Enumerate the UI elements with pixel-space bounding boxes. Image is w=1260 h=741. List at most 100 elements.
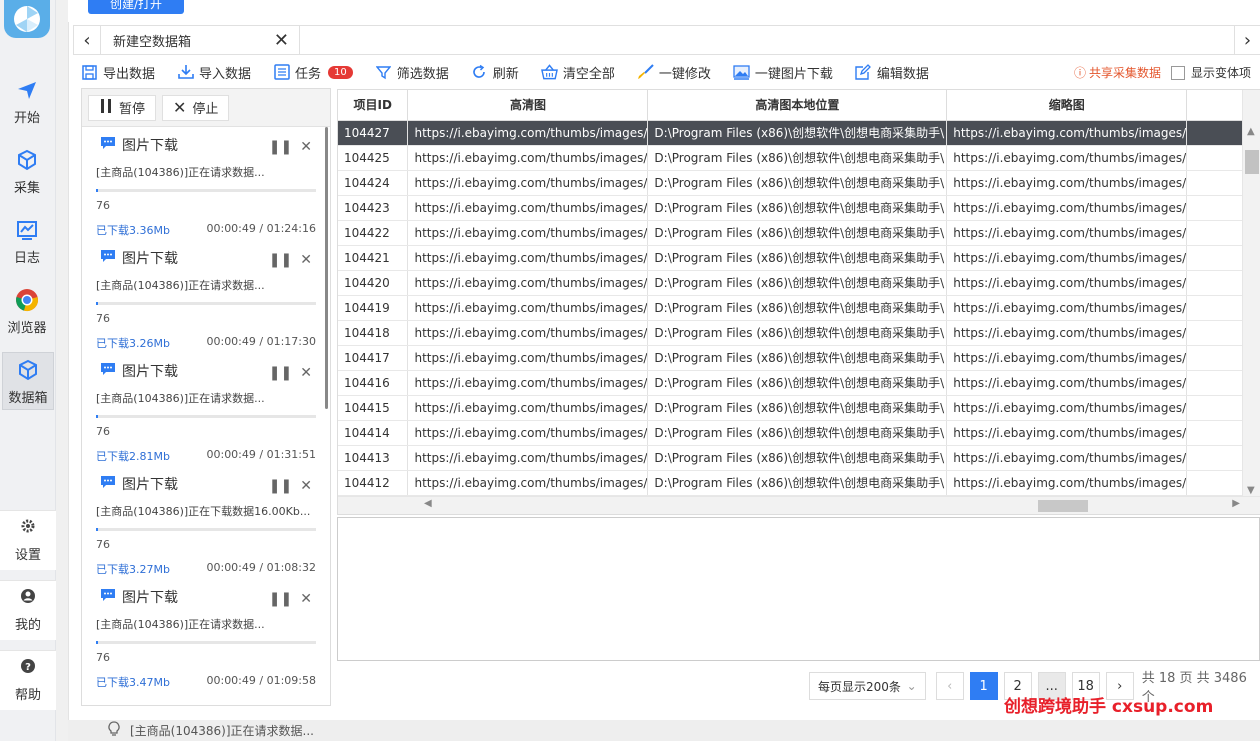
tab-databox[interactable]: 新建空数据箱 ✕ xyxy=(100,26,300,54)
table-cell[interactable]: https://i.ebayimg.com/thumbs/images/ xyxy=(946,470,1188,496)
share-data-link[interactable]: ⓘ 共享采集数据 xyxy=(1074,64,1161,81)
tab-prev-icon[interactable]: ‹ xyxy=(74,26,100,54)
table-cell[interactable]: https://i.ebayimg.com/thumbs/images/ xyxy=(407,145,649,171)
table-cell[interactable]: https://i.ebayimg.com/thumbs/images/ xyxy=(946,295,1188,321)
nav-settings[interactable]: 设置 xyxy=(0,510,56,570)
table-cell[interactable]: 104412 xyxy=(338,470,409,496)
scroll-right-icon[interactable]: ▶ xyxy=(1232,498,1240,509)
table-row[interactable]: 104419 https://i.ebayimg.com/thumbs/image… xyxy=(338,295,1260,321)
refresh-button[interactable]: 刷新 xyxy=(471,63,519,82)
table-cell[interactable]: 104414 xyxy=(338,420,409,446)
grid-hscroll-thumb[interactable] xyxy=(1038,500,1088,512)
grid-vscroll-thumb[interactable] xyxy=(1245,150,1259,174)
checkbox-box[interactable] xyxy=(1170,65,1185,80)
table-cell[interactable]: D:\Program Files (x86)\创想软件\创想电商采集助手\ xyxy=(647,395,948,421)
table-row[interactable]: 104416 https://i.ebayimg.com/thumbs/image… xyxy=(338,370,1260,396)
table-row[interactable]: 104415 https://i.ebayimg.com/thumbs/image… xyxy=(338,395,1260,421)
table-cell[interactable]: https://i.ebayimg.com/thumbs/images/ xyxy=(407,470,649,496)
export-button[interactable]: 导出数据 xyxy=(81,63,155,82)
table-cell[interactable]: D:\Program Files (x86)\创想软件\创想电商采集助手\ xyxy=(647,245,948,271)
close-icon[interactable]: ✕ xyxy=(300,139,312,155)
table-row[interactable]: 104422 https://i.ebayimg.com/thumbs/image… xyxy=(338,220,1260,246)
grid-horizontal-scrollbar[interactable]: ◀ ▶ xyxy=(338,496,1260,514)
table-cell[interactable]: D:\Program Files (x86)\创想软件\创想电商采集助手\ xyxy=(647,420,948,446)
table-row[interactable]: 104414 https://i.ebayimg.com/thumbs/image… xyxy=(338,420,1260,446)
col-header-id[interactable]: 项目ID xyxy=(338,90,409,121)
table-cell[interactable]: https://i.ebayimg.com/thumbs/images/ xyxy=(946,320,1188,346)
task-scrollbar[interactable] xyxy=(325,127,328,409)
pause-icon[interactable]: ❚❚ xyxy=(269,139,292,155)
import-button[interactable]: 导入数据 xyxy=(177,63,251,82)
table-cell[interactable]: 104422 xyxy=(338,220,409,246)
filter-button[interactable]: 筛选数据 xyxy=(375,63,449,82)
table-cell[interactable]: D:\Program Files (x86)\创想软件\创想电商采集助手\ xyxy=(647,445,948,471)
scroll-left-icon[interactable]: ◀ xyxy=(424,498,432,509)
col-header-thumbnail[interactable]: 缩略图 xyxy=(946,90,1188,121)
table-cell[interactable]: D:\Program Files (x86)\创想软件\创想电商采集助手\ xyxy=(647,220,948,246)
nav-collect[interactable]: 采集 xyxy=(0,142,54,200)
prev-page-button[interactable]: ‹ xyxy=(935,672,964,700)
table-cell[interactable]: D:\Program Files (x86)\创想软件\创想电商采集助手\ xyxy=(647,270,948,296)
col-header-local-path[interactable]: 高清图本地位置 xyxy=(647,90,948,121)
table-cell[interactable]: https://i.ebayimg.com/thumbs/images/ xyxy=(407,395,649,421)
table-cell[interactable]: https://i.ebayimg.com/thumbs/images/ xyxy=(946,220,1188,246)
table-cell[interactable]: 104418 xyxy=(338,320,409,346)
table-row[interactable]: 104413 https://i.ebayimg.com/thumbs/image… xyxy=(338,445,1260,471)
table-cell[interactable]: D:\Program Files (x86)\创想软件\创想电商采集助手\ xyxy=(647,345,948,371)
close-icon[interactable]: ✕ xyxy=(300,365,312,381)
table-cell[interactable]: https://i.ebayimg.com/thumbs/images/ xyxy=(407,170,649,196)
close-icon[interactable]: ✕ xyxy=(300,591,312,607)
table-cell[interactable]: 104421 xyxy=(338,245,409,271)
table-cell[interactable]: 104416 xyxy=(338,370,409,396)
table-cell[interactable]: https://i.ebayimg.com/thumbs/images/ xyxy=(946,345,1188,371)
bulk-image-download-button[interactable]: 一键图片下载 xyxy=(733,63,833,82)
tab-next-icon[interactable]: › xyxy=(1234,26,1260,54)
table-cell[interactable]: https://i.ebayimg.com/thumbs/images/ xyxy=(407,420,649,446)
col-header-hd-image[interactable]: 高清图 xyxy=(407,90,649,121)
stop-button[interactable]: ✕ 停止 xyxy=(162,94,230,121)
pause-icon[interactable]: ❚❚ xyxy=(269,478,292,494)
table-row[interactable]: 104421 https://i.ebayimg.com/thumbs/image… xyxy=(338,245,1260,271)
show-variant-checkbox[interactable]: 显示变体项 xyxy=(1170,64,1251,81)
table-cell[interactable]: D:\Program Files (x86)\创想软件\创想电商采集助手\ xyxy=(647,320,948,346)
table-cell[interactable]: D:\Program Files (x86)\创想软件\创想电商采集助手\ xyxy=(647,145,948,171)
scroll-up-icon[interactable]: ▲ xyxy=(1247,126,1255,137)
page-1[interactable]: 1 xyxy=(969,672,998,700)
close-icon[interactable]: ✕ xyxy=(300,478,312,494)
table-row[interactable]: 104427 https://i.ebayimg.com/thumbs/image… xyxy=(338,120,1260,146)
table-row[interactable]: 104423 https://i.ebayimg.com/thumbs/image… xyxy=(338,195,1260,221)
table-cell[interactable]: https://i.ebayimg.com/thumbs/images/ xyxy=(407,320,649,346)
pause-button[interactable]: 暂停 xyxy=(88,94,157,121)
table-cell[interactable]: D:\Program Files (x86)\创想软件\创想电商采集助手\ xyxy=(647,170,948,196)
table-cell[interactable]: D:\Program Files (x86)\创想软件\创想电商采集助手\ xyxy=(647,120,948,146)
table-cell[interactable]: 104419 xyxy=(338,295,409,321)
table-row[interactable]: 104418 https://i.ebayimg.com/thumbs/image… xyxy=(338,320,1260,346)
nav-browser[interactable]: 浏览器 xyxy=(0,282,54,340)
clear-all-button[interactable]: 清空全部 xyxy=(540,63,615,82)
nav-log[interactable]: 日志 xyxy=(0,212,54,270)
table-cell[interactable]: https://i.ebayimg.com/thumbs/images/ xyxy=(946,170,1188,196)
table-cell[interactable]: https://i.ebayimg.com/thumbs/images/ xyxy=(407,195,649,221)
table-cell[interactable]: https://i.ebayimg.com/thumbs/images/ xyxy=(946,370,1188,396)
table-cell[interactable]: https://i.ebayimg.com/thumbs/images/ xyxy=(407,345,649,371)
table-cell[interactable]: https://i.ebayimg.com/thumbs/images/ xyxy=(407,370,649,396)
table-cell[interactable]: https://i.ebayimg.com/thumbs/images/ xyxy=(407,220,649,246)
table-cell[interactable]: https://i.ebayimg.com/thumbs/images/ xyxy=(407,270,649,296)
table-cell[interactable]: 104423 xyxy=(338,195,409,221)
table-cell[interactable]: https://i.ebayimg.com/thumbs/images/ xyxy=(946,195,1188,221)
table-cell[interactable]: 104425 xyxy=(338,145,409,171)
nav-help[interactable]: ? 帮助 xyxy=(0,650,56,710)
table-row[interactable]: 104420 https://i.ebayimg.com/thumbs/image… xyxy=(338,270,1260,296)
table-cell[interactable]: https://i.ebayimg.com/thumbs/images/ xyxy=(407,245,649,271)
scroll-down-icon[interactable]: ▼ xyxy=(1247,485,1255,496)
pause-icon[interactable]: ❚❚ xyxy=(269,365,292,381)
table-cell[interactable]: https://i.ebayimg.com/thumbs/images/ xyxy=(946,395,1188,421)
table-row[interactable]: 104424 https://i.ebayimg.com/thumbs/image… xyxy=(338,170,1260,196)
grid-vertical-scrollbar[interactable]: ▲ ▼ xyxy=(1242,90,1260,498)
close-icon[interactable]: ✕ xyxy=(274,30,289,51)
table-cell[interactable]: https://i.ebayimg.com/thumbs/images/ xyxy=(407,295,649,321)
pause-icon[interactable]: ❚❚ xyxy=(269,252,292,268)
edit-data-button[interactable]: 编辑数据 xyxy=(855,63,929,82)
nav-me[interactable]: 我的 xyxy=(0,580,56,640)
table-cell[interactable]: https://i.ebayimg.com/thumbs/images/ xyxy=(946,120,1188,146)
